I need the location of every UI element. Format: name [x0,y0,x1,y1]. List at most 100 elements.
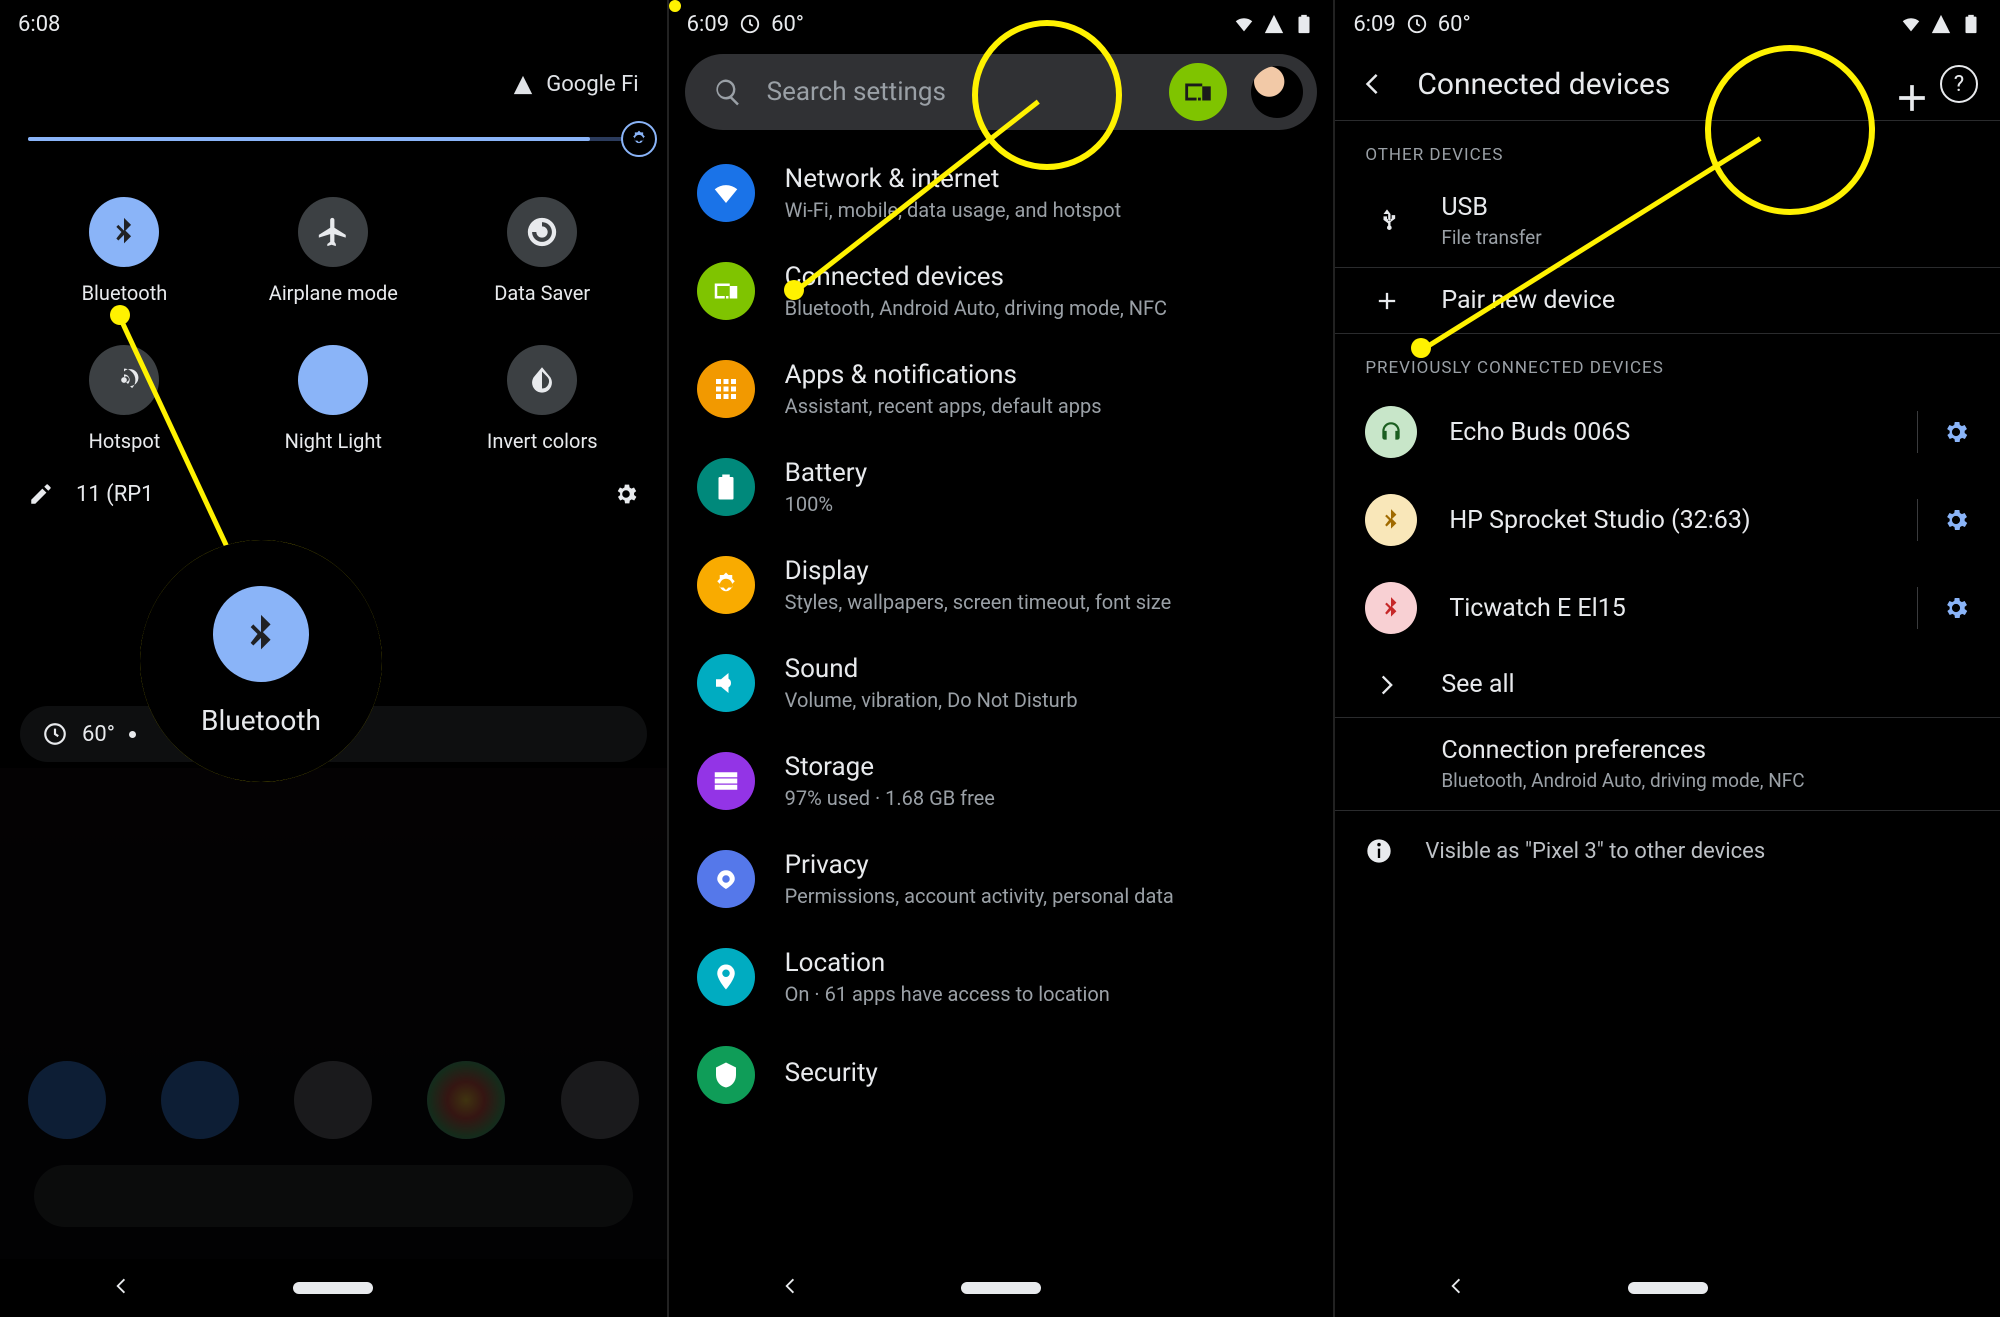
sound-icon [697,654,755,712]
settings-search-bar[interactable]: Search settings [685,54,1318,130]
location-icon [697,948,755,1006]
clock-icon [739,13,761,35]
google-search-bar[interactable] [34,1165,633,1227]
brightness-slider[interactable] [28,137,639,141]
settings-row-security[interactable]: Security [669,1026,1334,1124]
phone-settings-list: 6:09 60° Search settings Network & inter… [667,0,1334,1317]
carrier-row: Google Fi [0,48,667,107]
status-bar: 6:09 60° [1335,0,2000,48]
wifi-icon [1233,13,1255,35]
settings-row-privacy[interactable]: PrivacyPermissions, account activity, pe… [669,830,1334,928]
status-bar: 6:08 [0,0,667,48]
gear-icon[interactable] [1942,506,1970,534]
plus-icon [1365,287,1409,315]
dock-chrome-icon[interactable] [427,1061,505,1139]
settings-row-wifi[interactable]: Network & internetWi-Fi, mobile, data us… [669,144,1334,242]
airplane-icon [298,197,368,267]
gear-icon[interactable] [1942,418,1970,446]
device-row[interactable]: Echo Buds 006S [1335,388,2000,476]
settings-row-apps[interactable]: Apps & notificationsAssistant, recent ap… [669,340,1334,438]
datasaver-icon [507,197,577,267]
device-row[interactable]: HP Sprocket Studio (32:63) [1335,476,2000,564]
info-icon [1365,837,1393,865]
pair-new-device-row[interactable]: Pair new device [1335,268,2000,333]
device-type-icon [1365,406,1417,458]
battery-icon [1293,13,1315,35]
status-time: 6:08 [18,12,60,37]
account-avatar[interactable] [1251,66,1303,118]
status-time: 6:09 [1353,12,1395,37]
settings-row-display[interactable]: DisplayStyles, wallpapers, screen timeou… [669,536,1334,634]
privacy-icon [697,850,755,908]
settings-gear-icon[interactable] [613,481,639,507]
visibility-info-row: Visible as "Pixel 3" to other devices [1335,811,2000,891]
qs-label: Bluetooth [82,281,168,305]
home-screen-dimmed [0,768,667,1259]
invert-icon [507,345,577,415]
apps-icon [697,360,755,418]
signal-icon [512,74,534,96]
nav-home-handle[interactable] [1628,1282,1708,1294]
nav-bar [0,1259,667,1317]
qs-tile-bluetooth[interactable]: Bluetooth [20,197,229,305]
callout-zoom: Bluetooth [140,540,382,782]
dot-separator [129,731,136,738]
battery-icon [697,458,755,516]
weather-temp: 60° [82,722,115,747]
edit-tiles-icon[interactable] [28,481,54,507]
page-title: Connected devices [1417,67,1670,102]
signal-icon [1930,13,1952,35]
dock-calculator-icon[interactable] [294,1061,372,1139]
usb-icon [1365,207,1409,235]
back-arrow-icon[interactable] [1357,69,1387,99]
gear-icon[interactable] [1942,594,1970,622]
qs-tile-nightlight[interactable]: Night Light [229,345,438,453]
storage-icon [697,752,755,810]
status-temp: 60° [771,12,804,37]
nightlight-icon [298,345,368,415]
notification-shade: Google Fi Bluetooth Airplane mode Data Sav… [0,48,667,527]
qs-label: Airplane mode [269,281,398,305]
qs-tile-airplane[interactable]: Airplane mode [229,197,438,305]
clock-icon [1406,13,1428,35]
dock-messages-icon[interactable] [161,1061,239,1139]
chevron-right-icon [1365,671,1409,699]
dock-phone-icon[interactable] [28,1061,106,1139]
section-previously-connected: PREVIOUSLY CONNECTED DEVICES [1335,334,2000,388]
settings-row-battery[interactable]: Battery100% [669,438,1334,536]
nav-home-handle[interactable] [293,1282,373,1294]
brightness-knob[interactable] [621,121,657,157]
dock-camera-icon[interactable] [561,1061,639,1139]
bluetooth-icon [89,197,159,267]
phone-quick-settings: 6:08 Google Fi Bluetooth Airplane mode Dat… [0,0,667,1317]
usb-row[interactable]: USBFile transfer [1335,175,2000,267]
device-type-icon [1365,494,1417,546]
device-row[interactable]: Ticwatch E El15 [1335,564,2000,652]
connected-devices-shortcut-icon[interactable] [1169,63,1227,121]
nav-back-icon[interactable] [779,1275,801,1301]
qs-label: Hotspot [89,429,161,453]
nav-back-icon[interactable] [1445,1275,1467,1301]
build-label: 11 (RP1 [76,482,154,507]
wifi-icon [1900,13,1922,35]
qs-tile-invert[interactable]: Invert colors [438,345,647,453]
settings-row-location[interactable]: LocationOn · 61 apps have access to loca… [669,928,1334,1026]
nav-back-icon[interactable] [110,1275,132,1301]
qs-tile-datasaver[interactable]: Data Saver [438,197,647,305]
connection-preferences-row[interactable]: Connection preferencesBluetooth, Android… [1335,718,2000,810]
settings-row-sound[interactable]: SoundVolume, vibration, Do Not Disturb [669,634,1334,732]
qs-tile-hotspot[interactable]: Hotspot [20,345,229,453]
search-placeholder: Search settings [767,77,1146,107]
carrier-label: Google Fi [546,72,638,97]
clock-icon [42,721,68,747]
settings-row-storage[interactable]: Storage97% used · 1.68 GB free [669,732,1334,830]
status-temp: 60° [1438,12,1471,37]
callout-bluetooth-icon [213,586,309,682]
status-bar: 6:09 60° [669,0,1334,48]
settings-row-devices[interactable]: Connected devicesBluetooth, Android Auto… [669,242,1334,340]
nav-bar [1335,1259,2000,1317]
qs-label: Invert colors [487,429,598,453]
see-all-row[interactable]: See all [1335,652,2000,717]
nav-home-handle[interactable] [961,1282,1041,1294]
nav-bar [669,1259,1334,1317]
